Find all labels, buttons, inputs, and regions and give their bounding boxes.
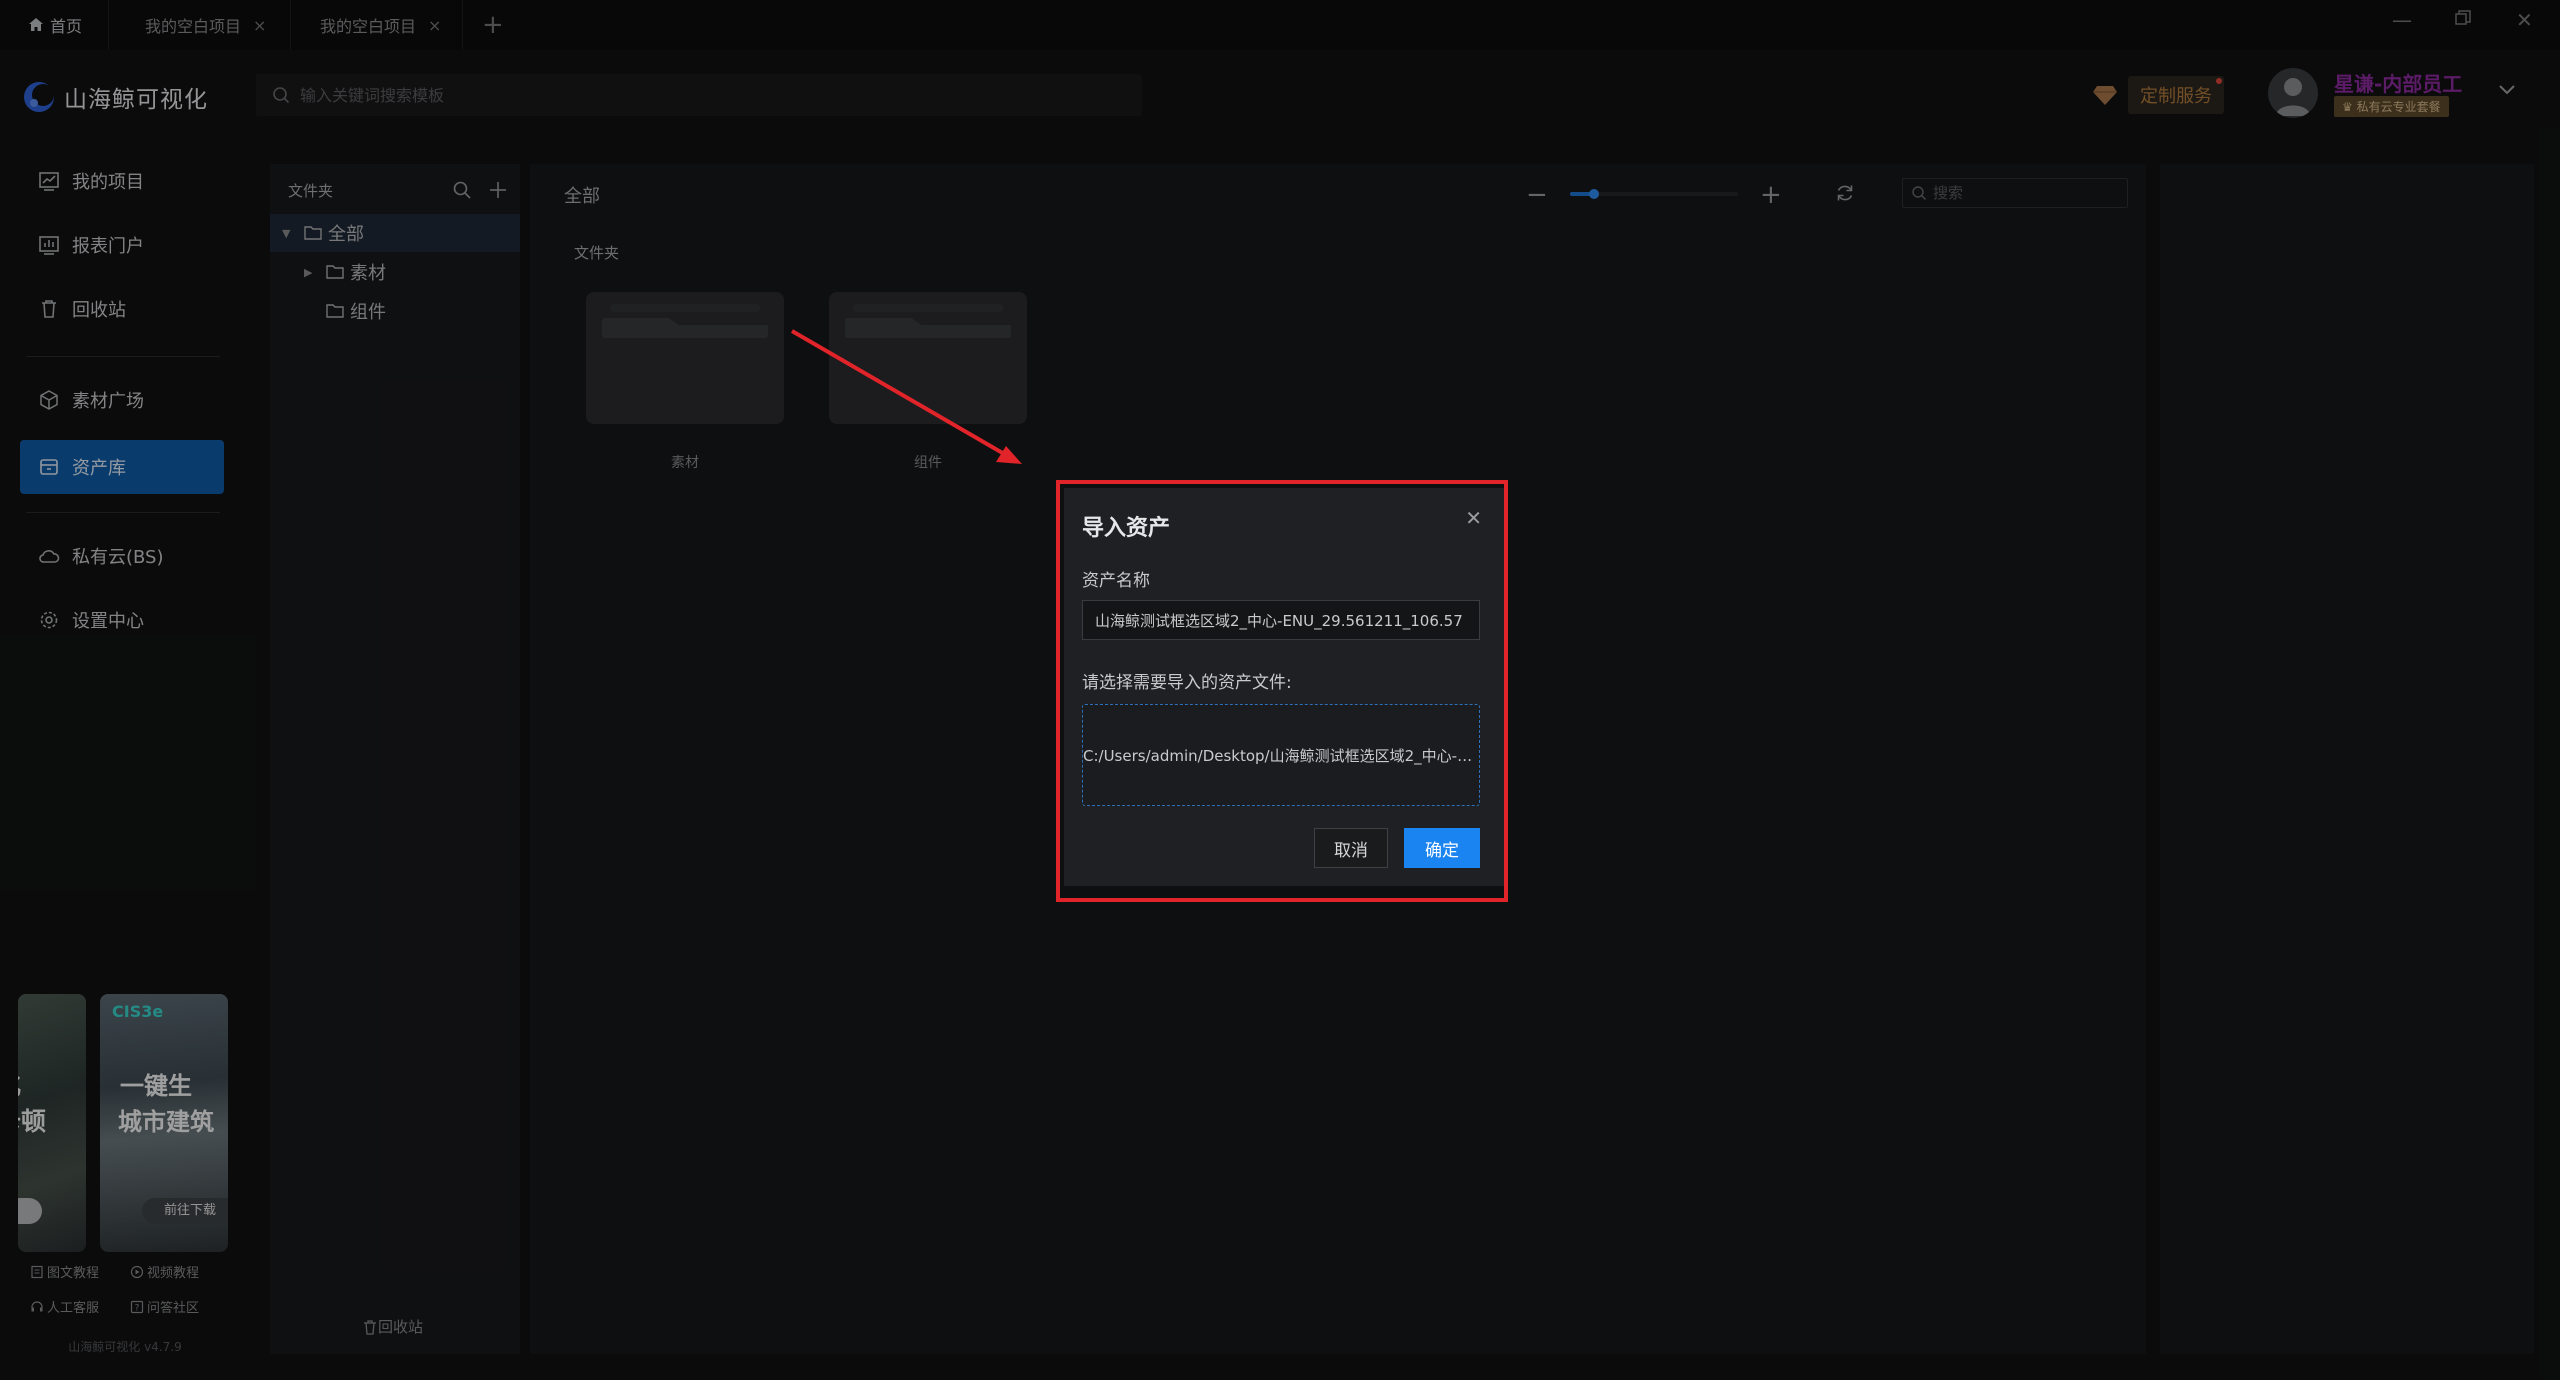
file-path: C:/Users/admin/Desktop/山海鲸测试框选区域2_中心-ENU… bbox=[1083, 746, 1479, 765]
close-icon[interactable]: ✕ bbox=[1465, 506, 1482, 530]
import-asset-dialog: 导入资产 ✕ 资产名称 请选择需要导入的资产文件: C:/Users/admin… bbox=[1064, 488, 1504, 886]
asset-name-label: 资产名称 bbox=[1082, 571, 1150, 591]
file-select-label: 请选择需要导入的资产文件: bbox=[1082, 673, 1292, 693]
cancel-button[interactable]: 取消 bbox=[1314, 828, 1388, 868]
confirm-button[interactable]: 确定 bbox=[1404, 828, 1480, 868]
dialog-title: 导入资产 bbox=[1082, 516, 1171, 541]
file-drop-zone[interactable]: C:/Users/admin/Desktop/山海鲸测试框选区域2_中心-ENU… bbox=[1082, 704, 1480, 806]
asset-name-input[interactable] bbox=[1082, 600, 1480, 640]
